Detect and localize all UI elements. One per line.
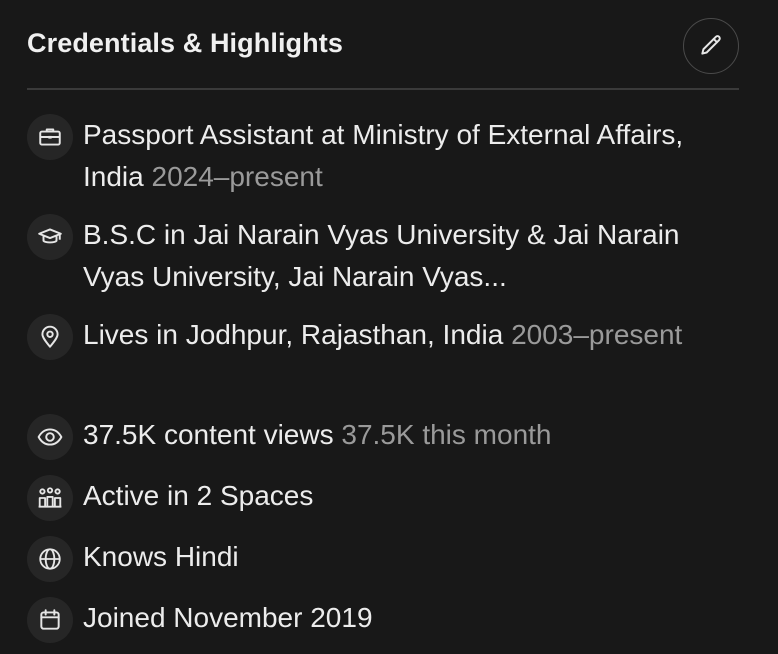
eye-icon xyxy=(27,414,73,460)
credential-location-text: Lives in Jodhpur, Rajasthan, India 2003–… xyxy=(83,319,683,350)
location-pin-icon xyxy=(27,314,73,360)
credential-location[interactable]: Lives in Jodhpur, Rajasthan, India 2003–… xyxy=(27,314,739,400)
credential-employment[interactable]: Passport Assistant at Ministry of Extern… xyxy=(27,114,739,200)
edit-button[interactable] xyxy=(683,18,739,74)
credentials-panel: Credentials & Highlights Passport Assist… xyxy=(0,0,778,654)
panel-title: Credentials & Highlights xyxy=(27,28,343,58)
credential-joined-text: Joined November 2019 xyxy=(83,602,373,633)
credential-language[interactable]: Knows Hindi xyxy=(27,536,739,582)
panel-header: Credentials & Highlights xyxy=(27,14,739,76)
credential-views-text: 37.5K content views 37.5K this month xyxy=(83,419,552,450)
credential-joined[interactable]: Joined November 2019 xyxy=(27,597,739,643)
pencil-icon xyxy=(698,33,724,59)
credential-education[interactable]: B.S.C in Jai Narain Vyas University & Ja… xyxy=(27,214,739,300)
credential-spaces[interactable]: Active in 2 Spaces xyxy=(27,475,739,521)
credential-spaces-text: Active in 2 Spaces xyxy=(83,480,314,511)
briefcase-icon xyxy=(27,114,73,160)
header-divider xyxy=(27,88,739,90)
credential-views[interactable]: 37.5K content views 37.5K this month xyxy=(27,414,739,460)
globe-icon xyxy=(27,536,73,582)
calendar-icon xyxy=(27,597,73,643)
credential-language-text: Knows Hindi xyxy=(83,541,239,572)
credential-employment-text: Passport Assistant at Ministry of Extern… xyxy=(83,119,684,192)
credential-education-text: B.S.C in Jai Narain Vyas University & Ja… xyxy=(83,219,680,292)
people-icon xyxy=(27,475,73,521)
graduation-cap-icon xyxy=(27,214,73,260)
